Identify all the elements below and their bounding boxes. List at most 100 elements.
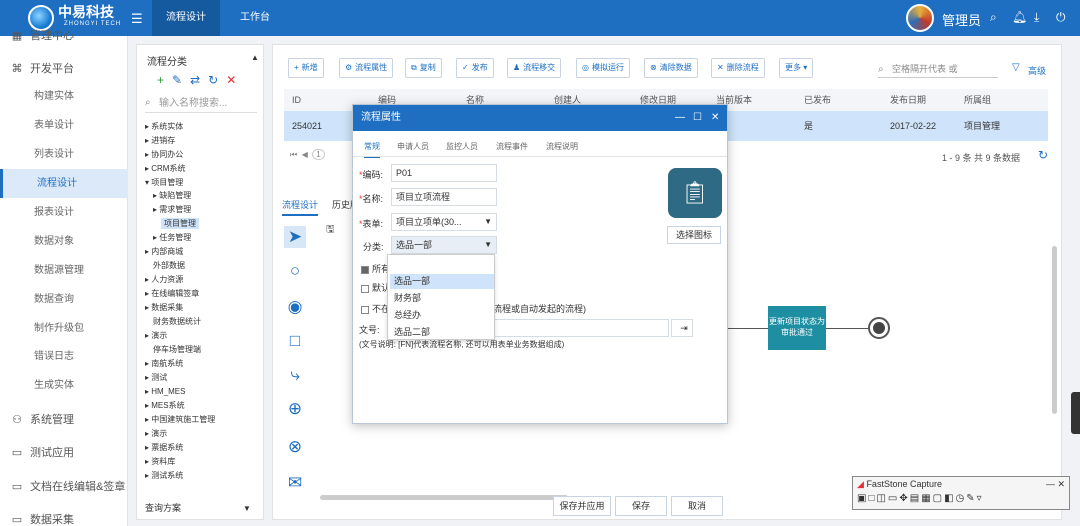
tree-node[interactable]: ▸ 内部商城 [145,246,183,257]
tree-node-selected[interactable]: 项目管理 [161,218,199,229]
code-input[interactable]: P01 [391,164,497,182]
user-name[interactable]: 管理员 [942,10,981,29]
dropdown-option[interactable]: 财务部 [390,291,494,306]
sidebar-item-form-design[interactable]: 表单设计 [0,111,128,140]
tree-node[interactable]: ▸ 中国建筑施工管理 [145,414,215,425]
grid-search-input[interactable]: 空格隔开代表 或 [878,62,998,78]
parallel-gateway-tool-icon[interactable]: ⊕ [284,398,306,420]
collapse-up-icon[interactable]: ▲ [251,53,259,62]
tree-node[interactable]: ▸ 资料库 [145,456,175,467]
col-id[interactable]: ID [292,89,301,111]
tree-search-input[interactable]: 输入名称搜索... [145,95,257,113]
first-page-icon[interactable]: ⏮ [290,150,297,159]
tree-node[interactable]: ▸ HM_MES [145,386,185,397]
tree-node[interactable]: ▸ 需求管理 [153,204,191,215]
dropdown-option[interactable] [390,257,494,272]
delete-icon[interactable]: ✕ [226,73,236,87]
tab-events[interactable]: 流程事件 [496,141,528,152]
sidebar-item-test-app[interactable]: ▭ 测试应用 [0,439,128,468]
exclusive-gateway-tool-icon[interactable]: ⊗ [284,436,306,458]
col-publish-date[interactable]: 发布日期 [890,89,926,111]
tree-node[interactable]: 停车场管理端 [153,344,201,355]
sidebar-item-doc-edit[interactable]: ▭ 文档在线编辑&签章 [0,473,128,502]
sidebar-item-list-design[interactable]: 列表设计 [0,140,128,169]
top-tab-flow-design[interactable]: 流程设计 [152,0,220,36]
publish-button[interactable]: ✓ 发布 [456,58,494,78]
faststone-toolbar[interactable]: ▣□◫▭✥▤▦▢◧◷✎▿ [857,493,984,504]
refresh-icon[interactable]: ↻ [1038,148,1048,162]
tree-node[interactable]: ▸ CRM系统 [145,163,185,174]
copy-button[interactable]: ⧉ 复制 [405,58,442,78]
notification-bell-icon[interactable]: 🔔︎ [1012,10,1027,24]
tree-node[interactable]: ▸ 测试 [145,372,167,383]
message-tool-icon[interactable]: ✉ [284,472,306,494]
sidebar-item-data-object[interactable]: 数据对象 [0,227,128,256]
sidebar-item-report-design[interactable]: 报表设计 [0,198,128,227]
sidebar-item-upgrade-pack[interactable]: 制作升级包 [0,314,128,343]
tree-node[interactable]: ▸ 协同办公 [145,149,183,160]
checkbox-default[interactable]: 默认 [361,281,390,294]
tree-node[interactable]: ▸ 系统实体 [145,121,183,132]
tree-node[interactable]: 财务数据统计 [153,316,201,327]
tree-node[interactable]: ▸ 南航系统 [145,358,183,369]
sidebar-item-data-collect[interactable]: ▭ 数据采集 [0,506,128,526]
dropdown-option-selected[interactable]: 选品一部 [390,274,494,289]
tree-node[interactable]: ▸ 演示 [145,428,167,439]
save-button[interactable]: 保存 [615,496,667,516]
search-icon[interactable]: ⌕ [990,10,997,25]
menu-toggle-icon[interactable]: ☰ [131,11,143,27]
power-icon[interactable]: ⏻ [1056,10,1066,25]
close-icon[interactable]: ✕ [711,112,719,123]
name-input[interactable]: 项目立项流程 [391,188,497,206]
save-apply-button[interactable]: 保存并应用 [553,496,611,516]
sidebar-item-error-log[interactable]: 错误日志 [0,342,128,371]
tree-node[interactable]: ▸ 缺陷管理 [153,190,191,201]
sidebar-item-flow-design[interactable]: 流程设计 [0,169,128,198]
dropdown-option[interactable]: 总经办 [390,308,494,323]
tree-node[interactable]: ▸ 进销存 [145,135,175,146]
sidebar-item-build-entity[interactable]: 构建实体 [0,82,128,111]
checkbox-all[interactable]: 所有 [361,262,390,275]
tab-monitors[interactable]: 监控人员 [446,141,478,152]
tab-description[interactable]: 流程说明 [546,141,578,152]
tab-flow-design[interactable]: 流程设计 [282,198,319,216]
cancel-button[interactable]: 取消 [671,496,723,516]
sidebar-item-data-query[interactable]: 数据查询 [0,285,128,314]
maximize-icon[interactable]: ☐ [693,112,702,123]
side-edge-tab[interactable] [1071,392,1080,434]
vertical-scrollbar[interactable] [1052,246,1057,414]
top-tab-workbench[interactable]: 工作台 [226,0,284,36]
page-number[interactable]: 1 [312,149,325,160]
add-button[interactable]: + 新增 [288,58,324,78]
minimize-icon[interactable]: — [675,112,685,123]
flow-end-event[interactable] [868,317,890,339]
task-tool-icon[interactable]: □ [284,330,306,352]
checkbox-not-in[interactable]: 不在 [361,302,390,315]
col-published[interactable]: 已发布 [804,89,831,111]
tree-node[interactable]: ▸ 人力资源 [145,274,183,285]
end-event-tool-icon[interactable]: ◉ [284,296,306,318]
tree-node[interactable]: ▸ 演示 [145,330,167,341]
tree-node[interactable]: ▸ 在线编辑签章 [145,288,199,299]
tree-node[interactable]: 外部数据 [153,260,185,271]
simulate-button[interactable]: ◎ 模拟运行 [576,58,630,78]
tab-applicants[interactable]: 申请人员 [397,141,429,152]
sidebar-item-management[interactable]: ▦ 管理中心 [0,22,128,51]
add-icon[interactable]: + [157,73,164,87]
user-avatar[interactable] [906,4,934,32]
dropdown-option[interactable]: 选品二部 [390,325,494,340]
connector-tool-icon[interactable]: ⤷ [284,364,306,386]
flow-properties-button[interactable]: ⚙ 流程属性 [339,58,394,78]
refresh-icon[interactable]: ↻ [208,73,218,87]
sidebar-item-gen-entity[interactable]: 生成实体 [0,371,128,400]
pointer-tool-icon[interactable]: ➤ [284,226,306,248]
horizontal-scrollbar[interactable] [320,495,568,500]
move-icon[interactable]: ⇄ [190,73,200,87]
tree-node[interactable]: ▾ 项目管理 [145,177,183,188]
form-select[interactable]: 项目立项单(30... ▼ [391,213,497,231]
delete-flow-button[interactable]: ✕ 删除流程 [711,58,765,78]
choose-icon-button[interactable]: 选择图标 [667,226,721,244]
col-group[interactable]: 所属组 [964,89,991,111]
save-icon[interactable]: 🖫 [326,224,335,235]
start-event-tool-icon[interactable]: ○ [284,260,306,282]
